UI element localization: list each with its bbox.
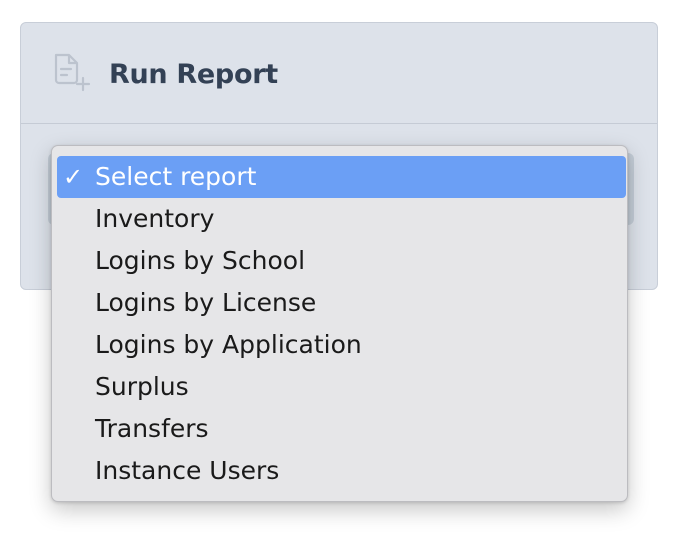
report-option-label: Instance Users xyxy=(95,456,280,485)
report-option[interactable]: Logins by School xyxy=(57,240,626,282)
report-option-label: Logins by School xyxy=(95,246,306,275)
checkmark-icon: ✓ xyxy=(63,163,84,191)
report-option-label: Transfers xyxy=(95,414,209,443)
report-option[interactable]: Logins by Application xyxy=(57,324,626,366)
card-title: Run Report xyxy=(109,59,278,90)
report-option-label: Select report xyxy=(95,162,257,191)
report-option[interactable]: Logins by License xyxy=(57,282,626,324)
report-option[interactable]: Inventory xyxy=(57,198,626,240)
report-option[interactable]: Instance Users xyxy=(57,450,626,492)
report-select-dropdown: ✓ Select report Inventory Logins by School L… xyxy=(51,145,628,502)
card-header: Run Report xyxy=(21,23,657,124)
report-option[interactable]: Transfers xyxy=(57,408,626,450)
document-add-icon xyxy=(52,53,96,93)
report-option-label: Surplus xyxy=(95,372,189,401)
report-option-label: Logins by License xyxy=(95,288,317,317)
report-option[interactable]: ✓ Select report xyxy=(57,156,626,198)
report-option-label: Logins by Application xyxy=(95,330,362,359)
report-option-label: Inventory xyxy=(95,204,215,233)
page: Run Report ✓ Select report Inventory Logins… xyxy=(0,0,684,536)
report-option[interactable]: Surplus xyxy=(57,366,626,408)
